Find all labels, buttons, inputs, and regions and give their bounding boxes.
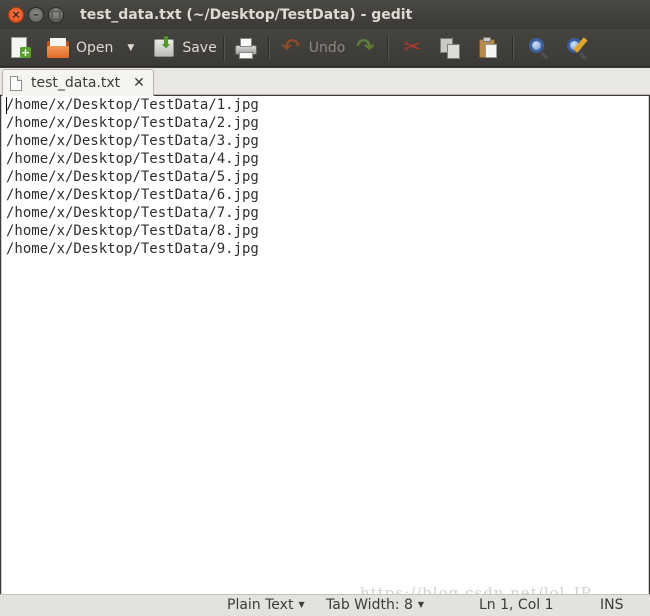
- toolbar-separator: [512, 35, 514, 60]
- scissors-icon: ✂: [403, 34, 422, 60]
- editor-line: /home/x/Desktop/TestData/8.jpg: [6, 223, 259, 239]
- tab-width-label: Tab Width: 8: [326, 597, 413, 613]
- new-document-button[interactable]: +: [8, 32, 32, 64]
- print-button[interactable]: [234, 32, 258, 64]
- toolbar: + Open ▼ ⬇ Save ↶ Undo ↷ ✂: [0, 29, 650, 67]
- text-document-icon: [10, 75, 22, 91]
- editor-line: /home/x/Desktop/TestData/5.jpg: [6, 169, 259, 185]
- window-title: test_data.txt (~/Desktop/TestData) - ged…: [80, 6, 413, 23]
- new-document-icon: +: [8, 36, 32, 60]
- printer-icon: [234, 36, 258, 60]
- chevron-down-icon: ▼: [127, 42, 135, 53]
- tab-test-data[interactable]: test_data.txt ✕: [2, 69, 154, 96]
- document-tab-bar: test_data.txt ✕: [0, 68, 650, 96]
- cursor-position: Ln 1, Col 1: [479, 597, 554, 613]
- find-button[interactable]: [527, 32, 551, 64]
- copy-button[interactable]: [438, 32, 462, 64]
- editor-line: /home/x/Desktop/TestData/4.jpg: [6, 151, 259, 167]
- status-bar: Plain Text ▼ Tab Width: 8 ▼ Ln 1, Col 1 IN…: [0, 594, 650, 616]
- toolbar-separator: [267, 35, 269, 60]
- toolbar-separator: [387, 35, 389, 60]
- copy-icon: [438, 36, 462, 60]
- language-selector[interactable]: Plain Text ▼: [227, 597, 305, 613]
- open-label: Open: [76, 39, 114, 56]
- editor-line: /home/x/Desktop/TestData/2.jpg: [6, 115, 259, 131]
- save-icon: ⬇: [152, 34, 176, 60]
- find-replace-button[interactable]: [565, 32, 589, 64]
- insert-mode-indicator: INS: [600, 597, 624, 613]
- undo-label: Undo: [308, 39, 346, 56]
- maximize-window-button[interactable]: □: [48, 6, 64, 23]
- editor-line: /home/x/Desktop/TestData/7.jpg: [6, 205, 259, 221]
- save-label: Save: [182, 39, 217, 56]
- chevron-down-icon: ▼: [417, 600, 425, 609]
- toolbar-separator: [222, 35, 224, 60]
- redo-icon: ↷: [356, 34, 375, 60]
- open-button[interactable]: Open: [46, 32, 113, 64]
- editor-line: /home/x/Desktop/TestData/1.jpg: [6, 97, 259, 113]
- editor-line: /home/x/Desktop/TestData/9.jpg: [6, 241, 259, 257]
- editor-line: /home/x/Desktop/TestData/3.jpg: [6, 133, 259, 149]
- close-window-button[interactable]: ×: [8, 6, 24, 23]
- plus-icon: +: [20, 45, 31, 59]
- text-cursor: [6, 97, 7, 114]
- language-label: Plain Text: [227, 597, 294, 613]
- open-recent-dropdown[interactable]: ▼: [113, 32, 134, 64]
- title-bar: × – □ test_data.txt (~/Desktop/TestData)…: [0, 0, 650, 29]
- tab-label: test_data.txt: [31, 75, 121, 91]
- clipboard-paste-icon: [476, 36, 500, 60]
- editor-line: /home/x/Desktop/TestData/6.jpg: [6, 187, 259, 203]
- redo-button[interactable]: ↷: [353, 32, 377, 64]
- undo-icon: ↶: [281, 34, 300, 60]
- tab-width-selector[interactable]: Tab Width: 8 ▼: [326, 597, 424, 613]
- folder-open-icon: [46, 36, 70, 60]
- minimize-window-button[interactable]: –: [28, 6, 44, 23]
- undo-button[interactable]: ↶ Undo: [279, 32, 346, 64]
- paste-button[interactable]: [476, 32, 500, 64]
- text-editor[interactable]: /home/x/Desktop/TestData/1.jpg /home/x/D…: [1, 96, 649, 594]
- window-controls: × – □: [8, 6, 64, 23]
- search-icon: [527, 36, 551, 60]
- find-replace-icon: [565, 36, 589, 60]
- cut-button[interactable]: ✂: [400, 32, 424, 64]
- close-tab-icon[interactable]: ✕: [133, 75, 145, 91]
- save-button[interactable]: ⬇ Save: [152, 32, 217, 64]
- chevron-down-icon: ▼: [298, 600, 305, 609]
